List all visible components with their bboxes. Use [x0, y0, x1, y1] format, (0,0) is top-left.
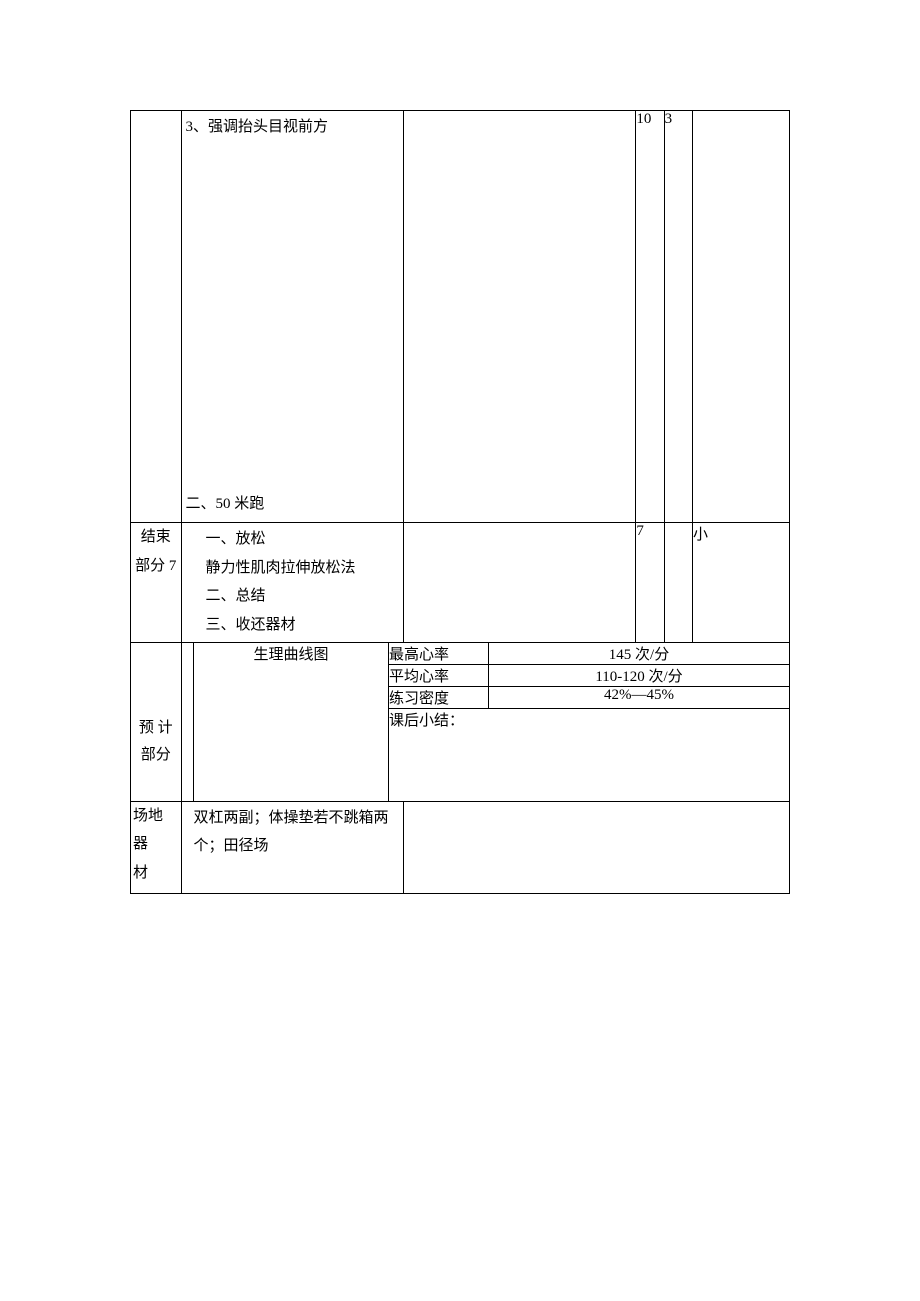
estimate-inner-table: 生理曲线图 最高心率 145 次/分 平均心率 110-120 次/分 练习密度… [182, 643, 789, 801]
lesson-plan-page: 3、强调抬头目视前方 二、50 米跑 10 3 结束 部分 7 一、放松 静力性… [0, 0, 920, 894]
num-cell: 10 [636, 111, 664, 523]
section-cell-empty [131, 111, 182, 523]
last-cell-empty [692, 111, 789, 523]
estimate-container: 生理曲线图 最高心率 145 次/分 平均心率 110-120 次/分 练习密度… [181, 643, 789, 802]
metric-label: 平均心率 [389, 665, 489, 687]
curve-narrow-col [182, 643, 194, 801]
section-label: 场地 [133, 802, 181, 831]
curve-label: 生理曲线图 [254, 647, 329, 663]
metric-label: 最高心率 [389, 643, 489, 665]
section-label: 预 计 [131, 715, 181, 742]
metric-value: 110-120 次/分 [489, 665, 789, 687]
equipment-text: 双杠两副；体操垫若不跳箱两个；田径场 [194, 810, 389, 855]
table-row: 结束 部分 7 一、放松 静力性肌肉拉伸放松法 二、总结 三、收还器材 7 小 [131, 523, 790, 643]
content-cell: 一、放松 静力性肌肉拉伸放松法 二、总结 三、收还器材 [181, 523, 403, 643]
curve-label-cell: 生理曲线图 [194, 643, 389, 801]
section-cell: 结束 部分 7 [131, 523, 182, 643]
content-cell: 3、强调抬头目视前方 二、50 米跑 [181, 111, 403, 523]
metric-value: 42%—45% [489, 687, 789, 709]
section-cell: 场地 器 材 [131, 801, 182, 893]
num-cell-empty [664, 523, 692, 643]
section-label: 器 [133, 830, 181, 859]
section-cell: 预 计 部分 [131, 643, 182, 802]
last-cell: 小 [692, 523, 789, 643]
section-label: 材 [133, 859, 181, 888]
section-label: 部分 [131, 742, 181, 769]
content-line: 3、强调抬头目视前方 [186, 113, 399, 142]
content-line: 三、收还器材 [206, 611, 399, 640]
content-line: 二、总结 [206, 582, 399, 611]
num-cell: 3 [664, 111, 692, 523]
summary-label: 课后小结： [389, 713, 464, 729]
content-line: 二、50 米跑 [186, 490, 265, 519]
table-row: 预 计 部分 生理曲线图 最高心率 145 次/分 平均心率 [131, 643, 790, 802]
summary-cell: 课后小结： [389, 709, 789, 801]
lesson-plan-table: 3、强调抬头目视前方 二、50 米跑 10 3 结束 部分 7 一、放松 静力性… [130, 110, 790, 894]
table-row: 生理曲线图 最高心率 145 次/分 [182, 643, 789, 665]
equipment-right-empty [403, 801, 789, 893]
metric-value: 145 次/分 [489, 643, 789, 665]
num-cell: 7 [636, 523, 664, 643]
content-line: 静力性肌肉拉伸放松法 [206, 554, 399, 583]
table-row: 场地 器 材 双杠两副；体操垫若不跳箱两个；田径场 [131, 801, 790, 893]
org-cell-empty [403, 111, 635, 523]
section-label: 结束 [131, 523, 181, 552]
table-row: 3、强调抬头目视前方 二、50 米跑 10 3 [131, 111, 790, 523]
metric-label: 练习密度 [389, 687, 489, 709]
org-cell-empty [403, 523, 635, 643]
content-line: 一、放松 [206, 525, 399, 554]
section-label: 部分 7 [131, 552, 181, 581]
content-cell: 双杠两副；体操垫若不跳箱两个；田径场 [181, 801, 403, 893]
